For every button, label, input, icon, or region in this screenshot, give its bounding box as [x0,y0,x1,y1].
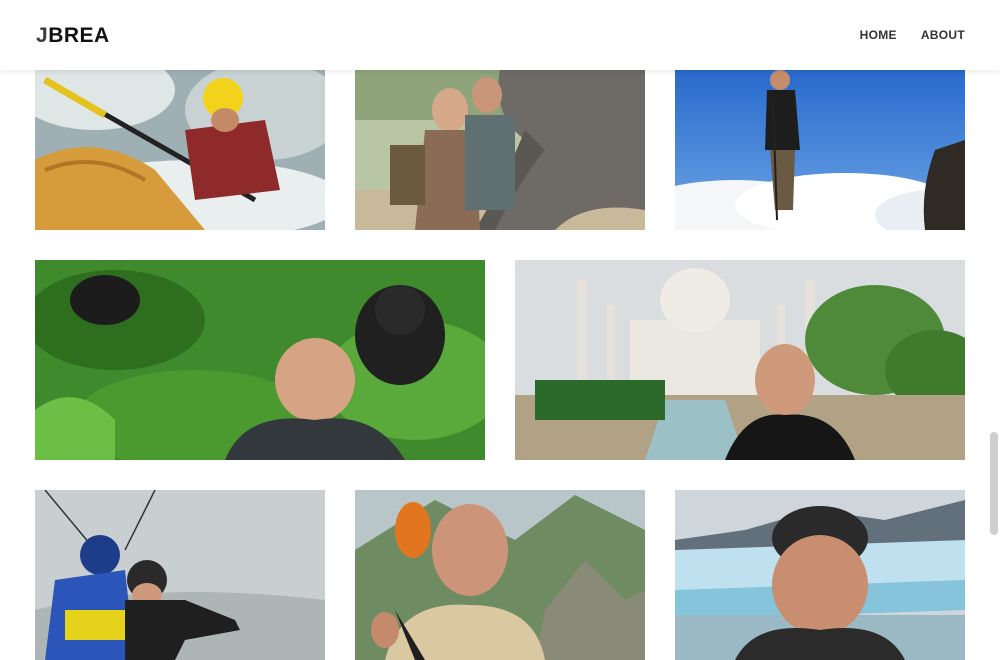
gallery-photo-gorillas[interactable] [35,260,485,460]
gallery-photo-taj-mahal[interactable] [515,260,965,460]
gallery-photo-machu-picchu[interactable] [355,490,645,660]
gallery-photo-clouds[interactable] [675,50,965,230]
gallery-photo-elephant[interactable] [355,50,645,230]
scrollbar-thumb[interactable] [990,432,998,535]
main-nav: HOME ABOUT [860,28,965,42]
gallery-photo-glacier[interactable] [675,490,965,660]
site-logo[interactable]: JBREA [36,24,110,48]
nav-home-link[interactable]: HOME [860,28,897,42]
nav-about-link[interactable]: ABOUT [921,28,965,42]
site-header: JBREA HOME ABOUT [0,0,1000,70]
gallery-photo-kayaking[interactable] [35,50,325,230]
gallery-photo-paragliding[interactable] [35,490,325,660]
